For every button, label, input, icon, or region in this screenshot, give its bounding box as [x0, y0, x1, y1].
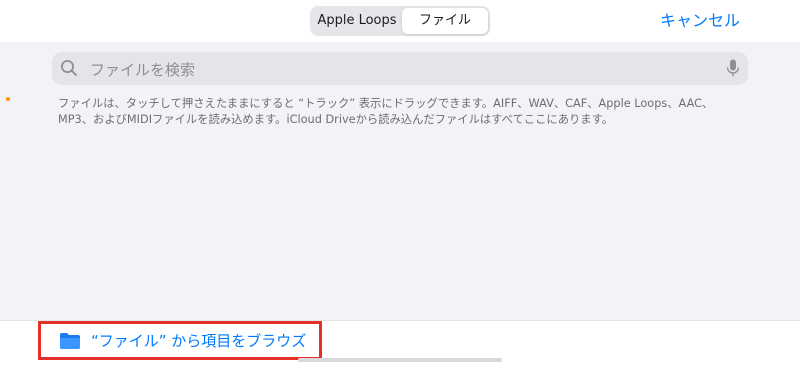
browse-files-button[interactable]: “ファイル” から項目をブラウズ [38, 321, 322, 360]
status-dot [6, 97, 10, 101]
header-bar: Apple Loops ファイル キャンセル [0, 0, 800, 42]
segment-apple-loops[interactable]: Apple Loops [312, 8, 402, 34]
info-text: ファイルは、タッチして押さえたままにすると “トラック” 表示にドラッグできます… [58, 97, 714, 126]
search-input[interactable] [88, 52, 732, 87]
scroll-indicator [298, 358, 502, 362]
segment-files[interactable]: ファイル [402, 8, 488, 34]
search-field[interactable] [52, 52, 748, 87]
folder-icon [60, 332, 80, 349]
microphone-icon[interactable] [726, 59, 740, 78]
source-segmented-control: Apple Loops ファイル [310, 6, 490, 36]
cancel-button[interactable]: キャンセル [660, 10, 740, 32]
search-icon [61, 60, 77, 76]
bottom-bar: “ファイル” から項目をブラウズ [0, 320, 800, 370]
browse-label: “ファイル” から項目をブラウズ [91, 332, 307, 350]
file-browser-panel: Apple Loops ファイル キャンセル ファイルは、タッチして押さえたまま… [0, 0, 800, 370]
